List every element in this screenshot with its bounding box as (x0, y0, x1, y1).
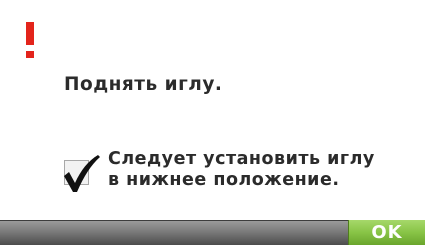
instruction-note-line-2: в нижнее положение. (108, 170, 340, 190)
dialog-message: Поднять иглу. (64, 74, 223, 95)
exclamation-warning-icon (26, 22, 34, 58)
instruction-note-line-1: Следует установить иглу (108, 149, 375, 169)
ok-button[interactable]: OK (348, 220, 425, 245)
instruction-note: Следует установить иглу в нижнее положен… (108, 149, 375, 191)
checkmark-icon (64, 155, 100, 192)
alert-dialog: Поднять иглу. Следует установить иглу в … (0, 0, 425, 245)
